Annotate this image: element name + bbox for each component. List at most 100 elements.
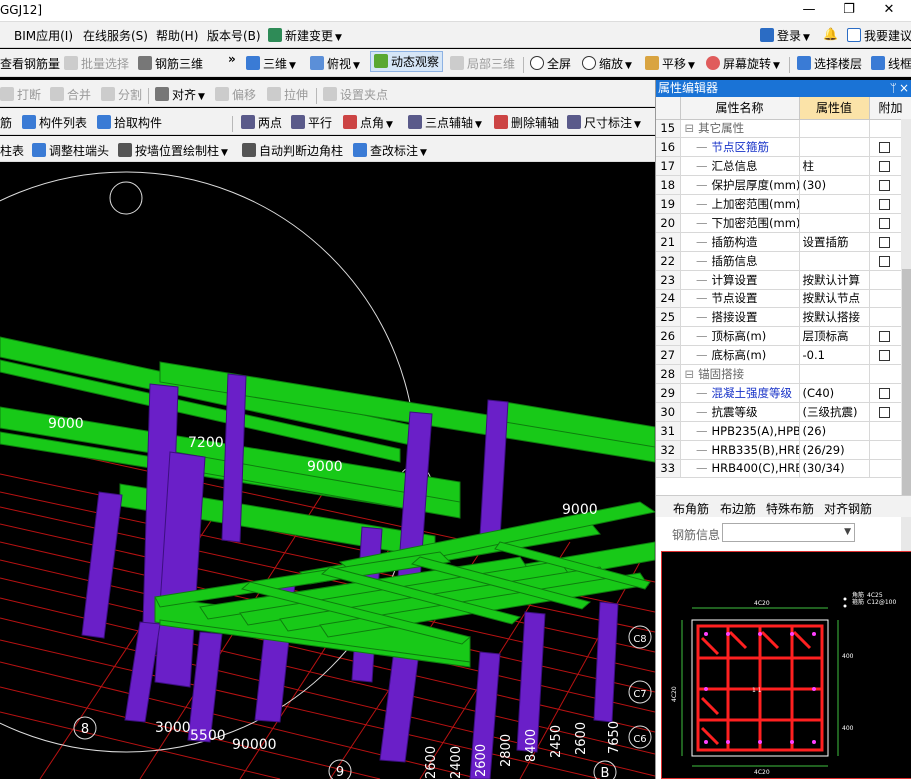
extra-checkbox[interactable] [878,180,890,192]
column-table-button[interactable]: 柱表 [0,142,24,159]
collapse-icon[interactable]: ⊟ [685,121,695,135]
property-row[interactable]: 25 — 搭接设置 按默认搭接 [656,307,911,328]
collapse-icon[interactable]: ⊟ [685,367,695,381]
three-d-button[interactable]: 三维 ▼ [246,55,296,72]
property-row[interactable]: 20 — 下加密范围(mm) [656,213,911,233]
tab-special-rebar[interactable]: 特殊布筋 [766,500,814,517]
property-row[interactable]: 30 — 抗震等级 (三级抗震) [656,402,911,422]
top-view-button[interactable]: 俯视 ▼ [310,55,360,72]
align-button[interactable]: 对齐 ▼ [155,86,205,103]
extra-checkbox[interactable] [878,350,890,362]
bell-icon[interactable]: 🔔 [823,27,838,41]
merge-button[interactable]: 合并 [50,86,91,103]
property-row[interactable]: 21 — 插筋构造 设置插筋 [656,232,911,252]
property-value[interactable] [799,213,870,233]
delete-aux-button[interactable]: 删除辅轴 [494,114,559,131]
property-group-row[interactable]: 15 ⊟ 其它属性 [656,119,911,139]
property-value[interactable] [799,119,870,139]
model-canvas[interactable]: 9000 7200 9000 9000 3000 5500 90000 2600… [0,162,655,779]
extra-checkbox[interactable] [878,217,890,229]
auto-corner-column-button[interactable]: 自动判断边角柱 [242,142,343,159]
property-value[interactable] [799,137,870,158]
batch-select-button[interactable]: 批量选择 [64,55,129,72]
restore-button[interactable]: ❐ [832,0,866,22]
property-value[interactable]: 按默认节点 [799,289,870,309]
pan-button[interactable]: 平移 ▼ [645,55,695,72]
point-angle-button[interactable]: 点角 ▼ [343,114,393,131]
property-value[interactable]: 按默认计算 [799,270,870,290]
property-value[interactable]: (30/34) [799,459,870,479]
pick-component-button[interactable]: 拾取构件 [97,114,162,131]
property-row[interactable]: 29 — 混凝土强度等级 (C40) [656,383,911,403]
close-button[interactable]: ✕ [872,0,906,22]
view-steel-button[interactable]: 查看钢筋量 [0,55,60,72]
offset-button[interactable]: 偏移 [215,86,256,103]
rebar-info-select[interactable]: ▼ [722,523,855,542]
property-row[interactable]: 33 —HRB400(C),HRB4(30/34) [656,459,911,479]
set-clamp-button[interactable]: 设置夹点 [323,86,388,103]
check-annotation-button[interactable]: 查改标注 ▼ [353,142,427,159]
select-floor-button[interactable]: 选择楼层 [797,55,862,72]
column-section-view[interactable]: 4C20 角筋 4C25 箍筋 C12@100 400 400 4C20 1 1… [661,551,911,779]
component-list-button[interactable]: 构件列表 [22,114,87,131]
fullscreen-button[interactable]: 全屏 [530,55,571,72]
two-points-button[interactable]: 两点 [241,114,282,131]
property-row[interactable]: 31 — HPB235(A),HPB3 (26) [656,421,911,441]
property-value[interactable]: 层顶标高 [799,326,870,347]
property-value[interactable]: (26/29) [799,440,870,460]
extra-checkbox[interactable] [878,161,890,173]
extra-checkbox[interactable] [878,331,890,343]
property-value[interactable] [799,194,870,214]
property-value[interactable]: -0.1 [799,345,870,366]
property-value[interactable]: 柱 [799,156,870,177]
pin-icon[interactable]: ᛘ [890,80,897,97]
property-value[interactable]: 按默认搭接 [799,307,870,328]
menu-online-service[interactable]: 在线服务(S) [83,27,148,44]
rebar-button[interactable]: 筋 [0,114,12,131]
property-row[interactable]: 22 — 插筋信息 [656,251,911,271]
scrollbar-thumb[interactable] [902,269,911,499]
extra-checkbox[interactable] [878,199,890,210]
tab-corner-rebar[interactable]: 布角筋 [673,500,709,517]
dynamic-observe-button[interactable]: 动态观察 [370,51,444,72]
parallel-button[interactable]: 平行 [291,114,332,131]
property-row[interactable]: 17 — 汇总信息柱 [656,156,911,177]
property-value[interactable]: (30) [799,175,870,196]
property-group-row[interactable]: 28 ⊟ 锚固搭接 [656,364,911,384]
property-value[interactable]: (三级抗震) [799,402,870,422]
property-value[interactable] [799,251,870,271]
property-value[interactable]: (26) [799,421,870,441]
property-row[interactable]: 24 — 节点设置 按默认节点 [656,289,911,309]
local-3d-button[interactable]: 局部三维 [450,55,515,72]
menu-new-change[interactable]: 新建变更 ▼ [268,27,342,44]
tab-edge-rebar[interactable]: 布边筋 [720,500,756,517]
property-value[interactable] [799,364,870,384]
tab-align-rebar[interactable]: 对齐钢筋 [824,500,872,517]
three-point-aux-button[interactable]: 三点辅轴 ▼ [408,114,482,131]
property-row[interactable]: 16 — 节点区箍筋 [656,137,911,158]
extra-checkbox[interactable] [878,142,890,154]
screen-rotate-button[interactable]: 屏幕旋转 ▼ [706,55,780,72]
property-row[interactable]: 19 — 上加密范围(mm) [656,194,911,214]
suggest-button[interactable]: 我要建议 [847,27,911,44]
adjust-column-end-button[interactable]: 调整柱端头 [32,142,109,159]
property-row[interactable]: 18 — 保护层厚度(mm) (30) [656,175,911,196]
menu-help[interactable]: 帮助(H) [156,27,198,44]
extra-checkbox[interactable] [878,406,890,418]
extra-checkbox[interactable] [878,387,890,399]
break-button[interactable]: 打断 [0,86,41,103]
split-button[interactable]: 分割 [101,86,142,103]
wireframe-button[interactable]: 线框 [871,55,911,72]
minimize-button[interactable]: — [792,0,826,22]
extra-checkbox[interactable] [878,255,890,267]
dimension-button[interactable]: 尺寸标注 ▼ [567,114,641,131]
login-button[interactable]: 登录 ▼ [760,27,810,44]
more-chevron[interactable]: » [228,52,236,66]
menu-version[interactable]: 版本号(B) [207,27,261,44]
stretch-button[interactable]: 拉伸 [267,86,308,103]
property-value[interactable]: 设置插筋 [799,232,870,252]
3d-viewport[interactable]: 9000 7200 9000 9000 3000 5500 90000 2600… [0,162,655,779]
property-row[interactable]: 26 — 顶标高(m) 层顶标高 [656,326,911,347]
zoom-button[interactable]: 缩放 ▼ [582,55,632,72]
property-row[interactable]: 23 — 计算设置 按默认计算 [656,270,911,290]
